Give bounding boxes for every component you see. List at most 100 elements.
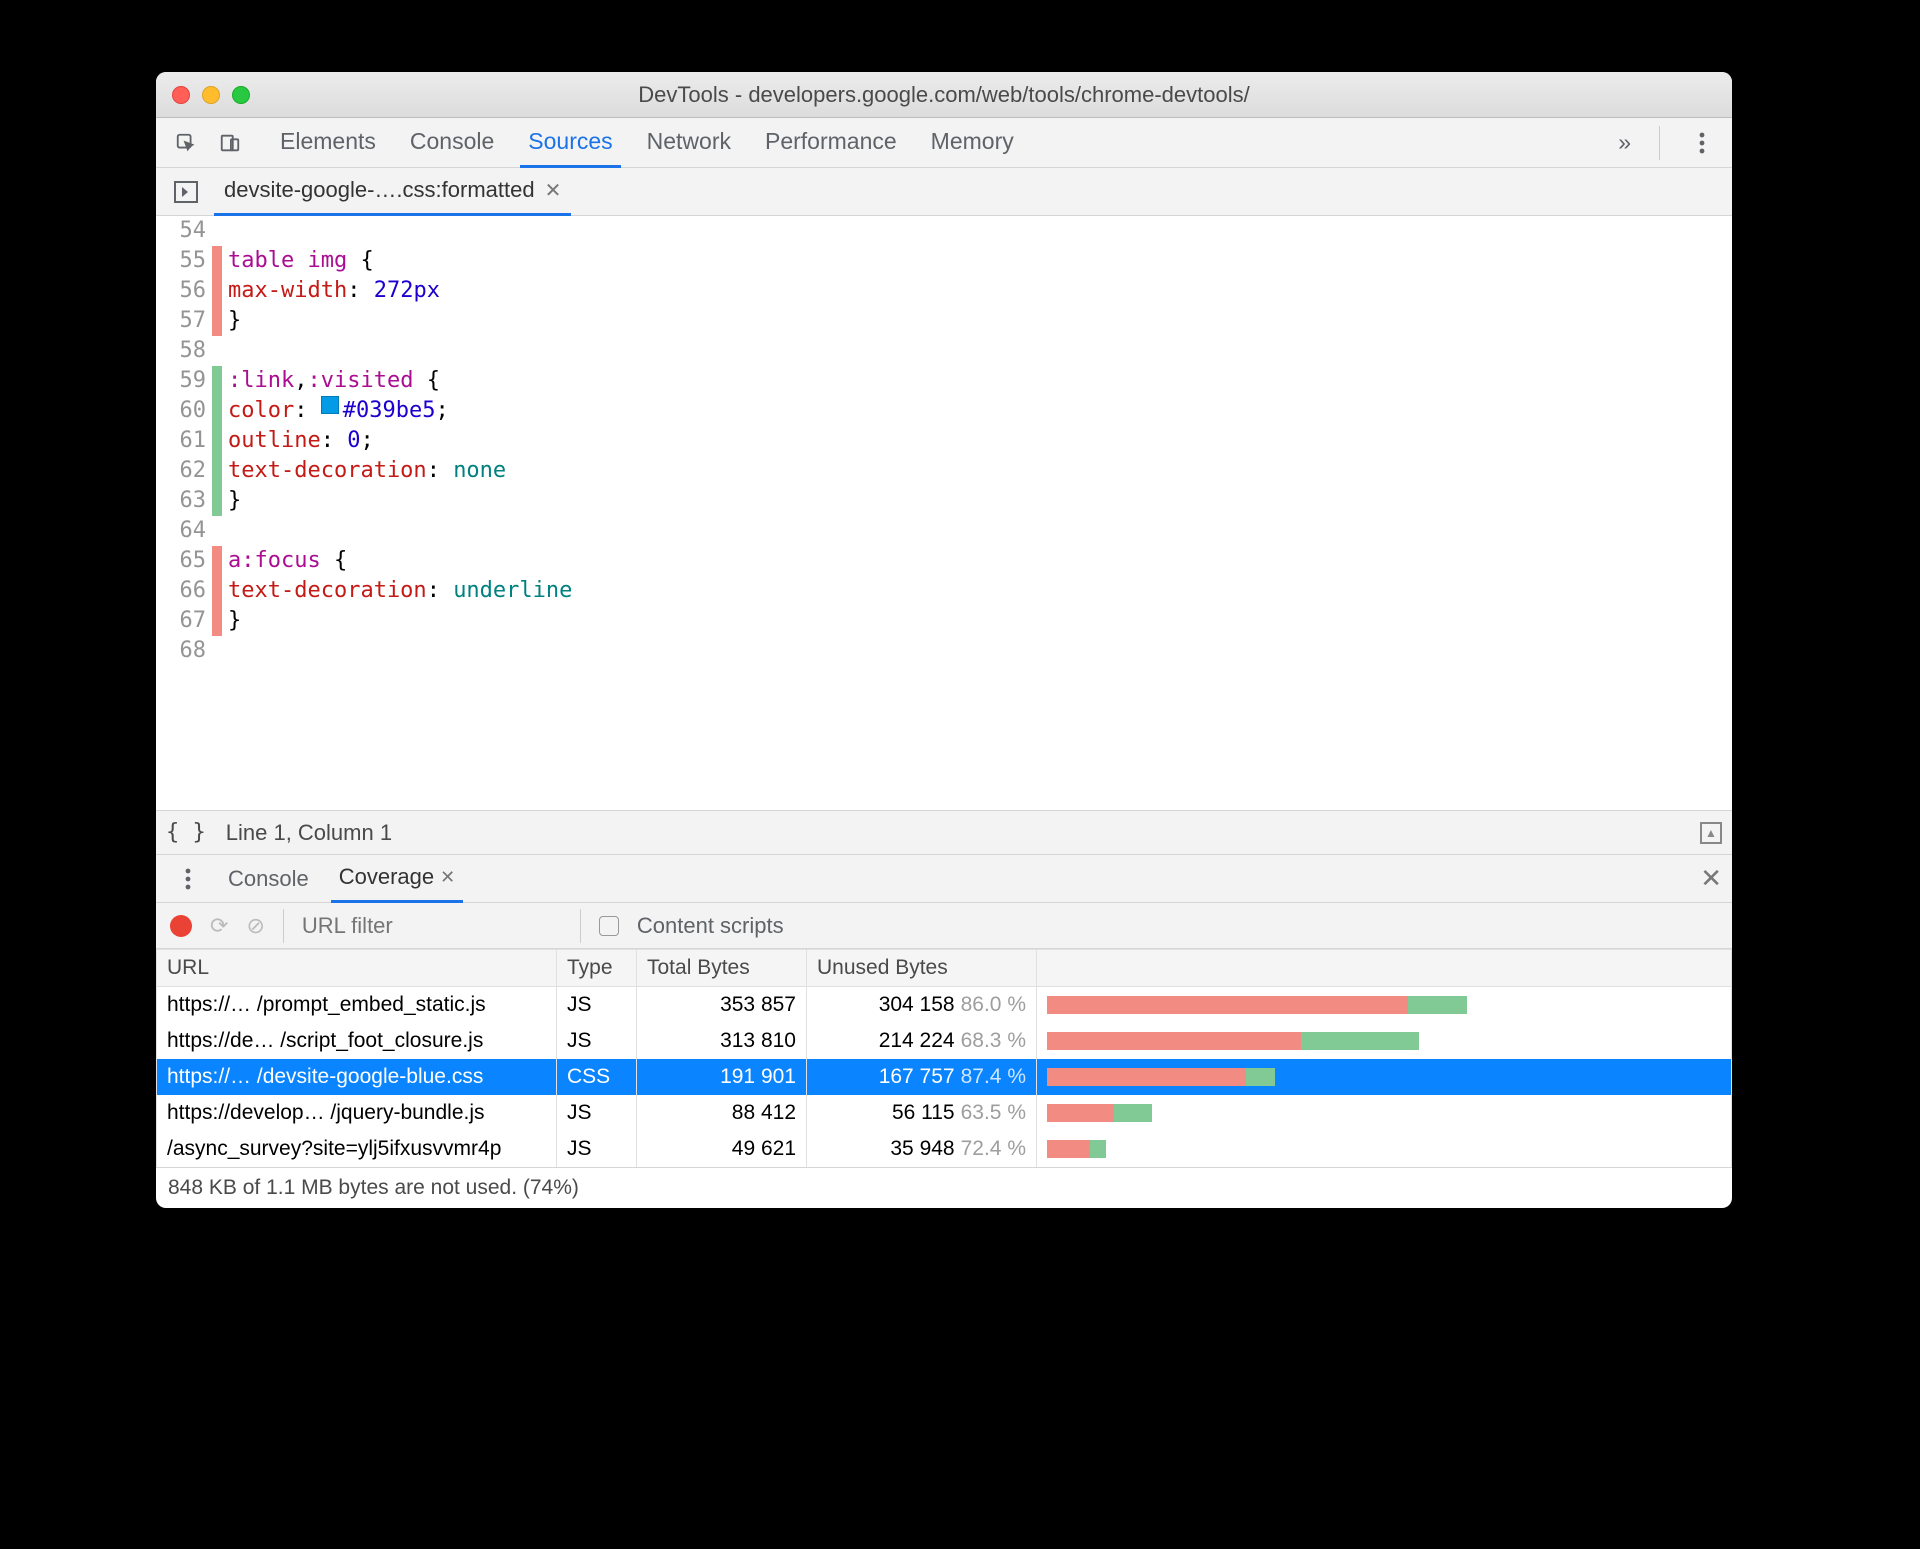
cell-url: /async_survey?site=ylj5ifxusvvmr4p bbox=[157, 1131, 557, 1167]
content-scripts-label: Content scripts bbox=[637, 913, 784, 939]
cell-bar bbox=[1037, 987, 1732, 1024]
cell-total: 191 901 bbox=[637, 1059, 807, 1095]
col-unused[interactable]: Unused Bytes bbox=[807, 950, 1037, 987]
divider bbox=[1659, 126, 1660, 160]
code-area[interactable]: table img { max-width: 272px} :link,:visi… bbox=[222, 216, 1732, 810]
line-number: 57 bbox=[156, 306, 206, 336]
code-line[interactable]: color: #039be5; bbox=[228, 396, 1732, 426]
line-number: 65 bbox=[156, 546, 206, 576]
cell-total: 313 810 bbox=[637, 1023, 807, 1059]
cell-unused: 56 11563.5 % bbox=[807, 1095, 1037, 1131]
coverage-table[interactable]: URL Type Total Bytes Unused Bytes https:… bbox=[156, 949, 1732, 1167]
tab-console[interactable]: Console bbox=[402, 118, 502, 168]
code-line[interactable] bbox=[228, 516, 1732, 546]
cell-url: https://… /prompt_embed_static.js bbox=[157, 987, 557, 1024]
close-tab-icon[interactable]: ✕ bbox=[440, 867, 455, 888]
code-line[interactable]: :link,:visited { bbox=[228, 366, 1732, 396]
code-line[interactable]: } bbox=[228, 486, 1732, 516]
line-number: 61 bbox=[156, 426, 206, 456]
device-toggle-icon[interactable] bbox=[216, 129, 244, 157]
cell-type: JS bbox=[557, 1095, 637, 1131]
cursor-position: Line 1, Column 1 bbox=[226, 820, 392, 846]
drawer: Console Coverage✕ ✕ ⟳ ⊘ Content scripts U… bbox=[156, 854, 1732, 1208]
col-visual[interactable] bbox=[1037, 950, 1732, 987]
close-drawer-icon[interactable]: ✕ bbox=[1700, 863, 1722, 894]
url-filter-input[interactable] bbox=[302, 913, 562, 939]
line-number: 64 bbox=[156, 516, 206, 546]
code-line[interactable]: a:focus { bbox=[228, 546, 1732, 576]
coverage-marker bbox=[212, 276, 222, 306]
code-line[interactable]: table img { bbox=[228, 246, 1732, 276]
cell-type: JS bbox=[557, 1023, 637, 1059]
content-scripts-checkbox[interactable] bbox=[599, 916, 619, 936]
cell-total: 88 412 bbox=[637, 1095, 807, 1131]
col-total[interactable]: Total Bytes bbox=[637, 950, 807, 987]
line-number: 59 bbox=[156, 366, 206, 396]
cell-url: https://develop… /jquery-bundle.js bbox=[157, 1095, 557, 1131]
coverage-row[interactable]: https://de… /script_foot_closure.jsJS313… bbox=[157, 1023, 1732, 1059]
coverage-marker bbox=[212, 546, 222, 576]
coverage-marker bbox=[212, 336, 222, 366]
clear-icon[interactable]: ⊘ bbox=[246, 913, 264, 939]
col-type[interactable]: Type bbox=[557, 950, 637, 987]
code-line[interactable]: } bbox=[228, 306, 1732, 336]
code-line[interactable]: outline: 0; bbox=[228, 426, 1732, 456]
line-number: 63 bbox=[156, 486, 206, 516]
coverage-row[interactable]: https://… /prompt_embed_static.jsJS353 8… bbox=[157, 987, 1732, 1024]
coverage-gutter bbox=[212, 216, 222, 810]
tab-performance[interactable]: Performance bbox=[757, 118, 905, 168]
cell-bar bbox=[1037, 1023, 1732, 1059]
kebab-menu-icon[interactable] bbox=[1688, 129, 1716, 157]
line-number: 60 bbox=[156, 396, 206, 426]
cell-unused: 167 75787.4 % bbox=[807, 1059, 1037, 1095]
cell-type: JS bbox=[557, 987, 637, 1024]
close-window-button[interactable] bbox=[172, 86, 190, 104]
divider bbox=[580, 909, 581, 943]
zoom-window-button[interactable] bbox=[232, 86, 250, 104]
code-line[interactable]: text-decoration: none bbox=[228, 456, 1732, 486]
code-line[interactable]: text-decoration: underline bbox=[228, 576, 1732, 606]
tab-overflow[interactable]: » bbox=[1610, 119, 1639, 166]
coverage-marker bbox=[212, 426, 222, 456]
code-line[interactable] bbox=[228, 636, 1732, 666]
coverage-row[interactable]: /async_survey?site=ylj5ifxusvvmr4pJS49 6… bbox=[157, 1131, 1732, 1167]
source-editor[interactable]: 545556575859606162636465666768 table img… bbox=[156, 216, 1732, 810]
reload-icon[interactable]: ⟳ bbox=[210, 913, 228, 939]
code-line[interactable] bbox=[228, 336, 1732, 366]
show-navigator-icon[interactable] bbox=[172, 178, 200, 206]
drawer-tab-console[interactable]: Console bbox=[220, 854, 317, 903]
coverage-row[interactable]: https://… /devsite-google-blue.cssCSS191… bbox=[157, 1059, 1732, 1095]
coverage-summary: 848 KB of 1.1 MB bytes are not used. (74… bbox=[156, 1167, 1732, 1208]
code-line[interactable]: max-width: 272px bbox=[228, 276, 1732, 306]
line-number: 55 bbox=[156, 246, 206, 276]
code-line[interactable] bbox=[228, 216, 1732, 246]
coverage-marker bbox=[212, 606, 222, 636]
record-button[interactable] bbox=[170, 915, 192, 937]
code-line[interactable]: } bbox=[228, 606, 1732, 636]
devtools-window: DevTools - developers.google.com/web/too… bbox=[156, 72, 1732, 1208]
coverage-marker bbox=[212, 216, 222, 246]
cell-url: https://de… /script_foot_closure.js bbox=[157, 1023, 557, 1059]
tab-network[interactable]: Network bbox=[639, 118, 739, 168]
coverage-marker bbox=[212, 576, 222, 606]
coverage-marker bbox=[212, 456, 222, 486]
tab-sources[interactable]: Sources bbox=[520, 118, 620, 168]
coverage-row[interactable]: https://develop… /jquery-bundle.jsJS88 4… bbox=[157, 1095, 1732, 1131]
main-tabbar: Elements Console Sources Network Performance… bbox=[156, 118, 1732, 168]
drawer-menu-icon[interactable] bbox=[174, 865, 202, 893]
cell-bar bbox=[1037, 1095, 1732, 1131]
cell-unused: 35 94872.4 % bbox=[807, 1131, 1037, 1167]
coverage-marker bbox=[212, 396, 222, 426]
file-tab[interactable]: devsite-google-….css:formatted ✕ bbox=[214, 167, 571, 216]
pretty-print-button[interactable]: { } bbox=[166, 820, 206, 845]
col-url[interactable]: URL bbox=[157, 950, 557, 987]
cell-total: 353 857 bbox=[637, 987, 807, 1024]
tab-elements[interactable]: Elements bbox=[272, 118, 384, 168]
minimize-window-button[interactable] bbox=[202, 86, 220, 104]
close-file-icon[interactable]: ✕ bbox=[545, 178, 562, 203]
toggle-bottom-drawer-icon[interactable] bbox=[1700, 822, 1722, 844]
tab-memory[interactable]: Memory bbox=[923, 118, 1022, 168]
inspect-element-icon[interactable] bbox=[172, 129, 200, 157]
drawer-tab-coverage[interactable]: Coverage✕ bbox=[331, 854, 463, 903]
coverage-marker bbox=[212, 366, 222, 396]
